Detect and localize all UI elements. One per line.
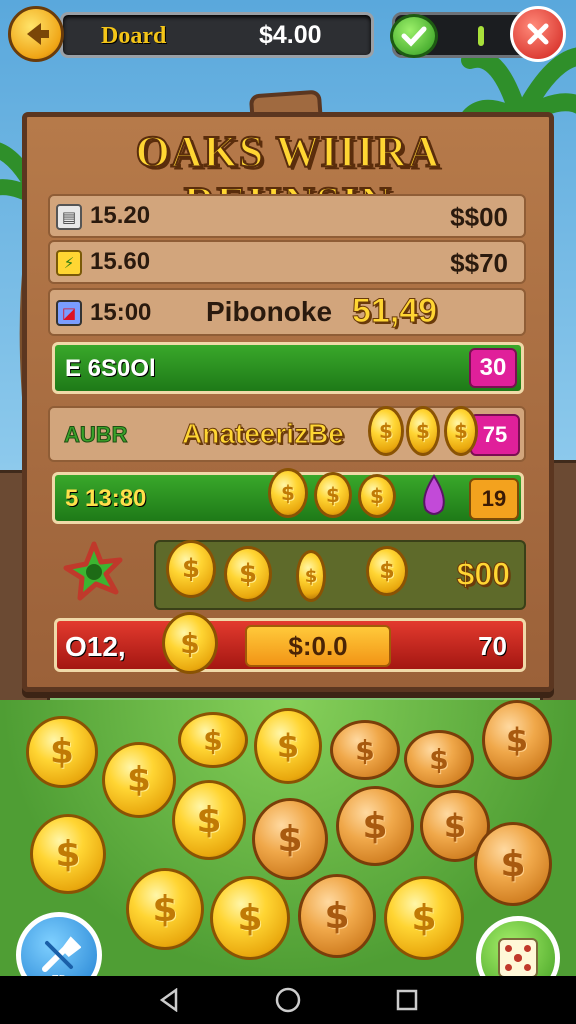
player-name: Doard <box>101 23 167 49</box>
pile-coin-15: $ <box>210 876 290 960</box>
row-2-amount: $$70 <box>450 248 508 278</box>
pile-coin-2: $ <box>102 742 176 818</box>
star-badge-icon <box>63 541 123 601</box>
score-row-2[interactable]: ⚡ 15.60 $$70 <box>48 240 526 284</box>
triangle-back-icon <box>160 988 178 1012</box>
jackpot-center: $:0.0 <box>245 625 391 667</box>
nav-home-button[interactable] <box>273 985 303 1015</box>
pile-coin-16: $ <box>298 874 376 958</box>
jackpot-coin: $ <box>162 612 218 674</box>
back-arrow-icon <box>27 23 49 45</box>
pile-coin-5: $ <box>330 720 400 780</box>
pile-coin-9: $ <box>172 780 246 860</box>
bonus-label: AnateerizBe <box>182 418 345 450</box>
pile-coin-13: $ <box>474 822 552 906</box>
balance-display: $4.00 <box>259 21 322 49</box>
jackpot-bar[interactable]: O12, $:0.0 70 <box>54 618 526 672</box>
close-button[interactable] <box>510 6 566 62</box>
coins-row-value: $00 <box>456 556 510 593</box>
dice-icon <box>498 938 538 978</box>
pile-coin-10: $ <box>252 798 328 880</box>
gem-icon <box>423 474 445 515</box>
close-icon <box>527 23 549 45</box>
energy-meter <box>478 26 484 46</box>
progress-bar-1-badge: 30 <box>469 348 517 388</box>
bonus-tag: AUBR <box>64 422 129 448</box>
progress-bar-2-label: 5 13:80 <box>65 485 147 512</box>
nav-back-button[interactable] <box>154 985 184 1015</box>
bar-2-coin-3: $ <box>358 474 396 518</box>
pile-coin-3: $ <box>178 712 248 768</box>
row-1-time: 15.20 <box>90 202 151 229</box>
row-coin-2: $ <box>224 546 272 602</box>
score-row-1[interactable]: ▤ 15.20 $$00 <box>48 194 526 238</box>
checkmark-icon <box>401 26 427 47</box>
progress-bar-2-badge: 19 <box>469 478 519 520</box>
row-3-time: 15:00 <box>90 299 152 326</box>
bar-2-coin-1: $ <box>268 468 308 518</box>
row-coin-3: $ <box>296 550 326 602</box>
row-3-label: Pibonoke <box>206 296 333 327</box>
confirm-button[interactable] <box>390 14 438 58</box>
bonus-coin-3: $ <box>444 406 478 456</box>
pile-coin-1: $ <box>26 716 98 788</box>
pile-coin-6: $ <box>404 730 474 788</box>
square-recents-icon <box>396 989 417 1011</box>
chart-icon: ◪ <box>56 300 82 326</box>
clipboard-icon: ▤ <box>56 204 82 230</box>
system-nav-bar <box>0 976 576 1024</box>
jackpot-right: 70 <box>478 631 507 661</box>
bar-2-coin-2: $ <box>314 472 352 518</box>
pile-coin-7: $ <box>482 700 552 780</box>
player-info-panel: Doard $4.00 <box>60 12 374 58</box>
pile-coin-11: $ <box>336 786 414 866</box>
nav-recents-button[interactable] <box>392 985 422 1015</box>
row-1-amount: $$00 <box>450 202 508 232</box>
pile-coin-8: $ <box>30 814 106 894</box>
pile-coin-17: $ <box>384 876 464 960</box>
progress-bar-1-label: E 6S0Ol <box>65 355 156 382</box>
pile-coin-14: $ <box>126 868 204 950</box>
score-row-3[interactable]: ◪ 15:00 Pibonoke 51,49 <box>48 288 526 336</box>
jackpot-left: O12, <box>65 631 126 662</box>
back-button[interactable] <box>8 6 64 62</box>
top-bar: Doard $4.00 <box>0 0 576 70</box>
pile-coin-4: $ <box>254 708 322 784</box>
row-2-time: 15.60 <box>90 248 151 275</box>
progress-bar-1[interactable]: E 6S0Ol 30 <box>52 342 524 394</box>
row-coin-4: $ <box>366 546 408 596</box>
wrench-icon <box>42 936 81 972</box>
bonus-coin-2: $ <box>406 406 440 456</box>
lightning-icon: ⚡ <box>56 250 82 276</box>
bonus-coin-1: $ <box>368 406 404 456</box>
circle-home-icon <box>275 987 301 1013</box>
row-coin-1: $ <box>166 540 216 598</box>
row-3-value: 51,49 <box>351 292 438 331</box>
